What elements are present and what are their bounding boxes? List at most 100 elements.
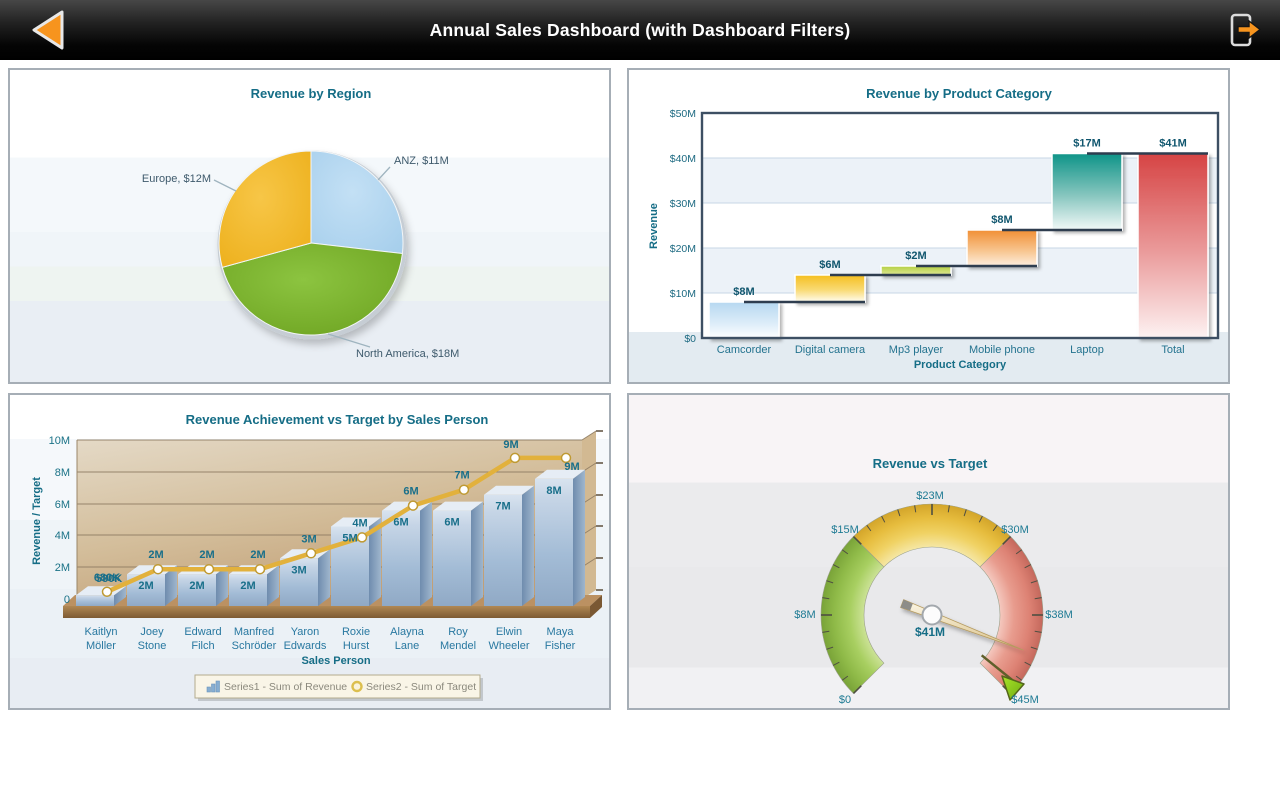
bar-value-label: $41M [1159,138,1187,150]
x-category: Digital camera [795,344,866,356]
y-tick: $40M [670,153,696,165]
top-bar: Annual Sales Dashboard (with Dashboard F… [0,0,1280,60]
line-value-label: 2M [148,549,163,561]
bar-value-label: 6M [393,517,408,529]
legend: Series1 - Sum of Revenue Series2 - Sum o… [195,675,483,701]
target-line-point [307,549,316,558]
waterfall-bar-mp3-player[interactable] [881,266,951,275]
waterfall-bar-laptop[interactable] [1052,154,1122,231]
column-maya-fisher[interactable] [535,479,573,606]
bar-value-label: $6M [819,259,840,271]
gauge-tick-label: $38M [1045,609,1073,621]
x-category: Edwards [284,640,327,652]
pie-label-europe: Europe, $12M [142,173,211,185]
panel-revenue-vs-target-by-sales-person: Revenue Achievement vs Target by Sales P… [8,393,611,710]
line-series-icon [353,682,362,691]
pie-slice-anz[interactable] [311,151,403,254]
target-line-point [103,587,112,596]
column-elwin-wheeler-side[interactable] [522,486,534,606]
bar-value-label: $2M [905,250,926,262]
bar-value-label: $17M [1073,138,1101,150]
line-value-label: 2M [199,549,214,561]
bar-value-label: 3M [291,564,306,576]
bar-value-label: $8M [991,214,1012,226]
pie-label-anz: ANZ, $11M [394,155,449,167]
waterfall-bar-camcorder[interactable] [709,302,779,338]
gauge-tick-label: $8M [794,609,815,621]
panel-revenue-by-region: Revenue by Region ANZ, $11M Europe, $12M… [8,68,611,384]
x-category: Mendel [440,640,476,652]
gauge-tick-label: $0 [839,694,851,706]
leader-line-europe [214,180,236,191]
export-arrow-icon [1238,21,1260,38]
bar-value-label: 8M [546,485,561,497]
column-alayna-lane-side[interactable] [420,502,432,606]
gauge-tick-label: $45M [1011,694,1039,706]
panel-revenue-vs-target-gauge: Revenue vs Target $0 $8M $15M $23M $30M … [627,393,1230,710]
y-tick: $50M [670,108,696,120]
waterfall-chart[interactable]: Revenue by Product Category $8M$6M$2M$8M… [629,70,1228,382]
line-value-label: 9M [564,461,579,473]
needle-hub [923,606,942,625]
column-yaron-edwards-side[interactable] [318,549,330,606]
y-tick: 4M [55,530,70,542]
x-category: Möller [86,640,116,652]
x-category: Camcorder [717,344,772,356]
target-line-point [205,565,214,574]
panel-revenue-by-product-category: Revenue by Product Category $8M$6M$2M$8M… [627,68,1230,384]
target-line-point [409,501,418,510]
x-axis-title: Sales Person [301,655,370,667]
x-category: Total [1161,344,1184,356]
pie-chart[interactable]: Revenue by Region ANZ, $11M Europe, $12M… [10,70,609,382]
x-category: Joey [140,626,164,638]
bar-line-chart[interactable]: Revenue Achievement vs Target by Sales P… [10,395,609,708]
legend-item-target[interactable]: Series2 - Sum of Target [366,681,476,693]
line-value-label: 4M [352,517,367,529]
waterfall-bar-total[interactable] [1138,154,1208,339]
target-line-point [511,453,520,462]
x-category: Elwin [496,626,522,638]
chart-title: Revenue vs Target [873,456,988,471]
y-tick: $20M [670,243,696,255]
bar-value-label: 5M [342,533,357,545]
x-category: Roxie [342,626,370,638]
side-ticks [596,431,603,590]
line-value-label: 9M [503,439,518,451]
bar-value-label: 6M [444,517,459,529]
target-line-point [154,565,163,574]
y-tick: $10M [670,288,696,300]
floor-front [63,606,590,618]
column-roy-mendel-side[interactable] [471,502,483,606]
gauge-chart[interactable]: Revenue vs Target $0 $8M $15M $23M $30M … [629,395,1228,708]
line-value-label: 7M [454,470,469,482]
export-button[interactable] [1222,10,1268,50]
chart-title: Revenue Achievement vs Target by Sales P… [186,412,489,427]
waterfall-bar-mobile-phone[interactable] [967,230,1037,266]
bar-value-label: 7M [495,501,510,513]
x-category: Schröder [232,640,277,652]
column-maya-fisher-side[interactable] [573,470,585,606]
x-category: Filch [191,640,214,652]
bar-value-label: 2M [189,580,204,592]
x-category: Maya [547,626,575,638]
chart-title: Revenue by Product Category [866,86,1052,101]
legend-item-revenue[interactable]: Series1 - Sum of Revenue [224,681,347,693]
x-category: Yaron [291,626,320,638]
gauge-tick-label: $15M [831,524,859,536]
x-category: Stone [138,640,167,652]
x-category: Mp3 player [889,344,944,356]
y-tick: 8M [55,467,70,479]
gauge-tick-label: $23M [916,490,944,502]
x-axis-title: Product Category [914,359,1007,371]
line-value-label: 580K [96,573,122,585]
x-category: Edward [184,626,221,638]
y-tick: $0 [684,333,696,345]
target-line-point [256,565,265,574]
y-tick: 6M [55,499,70,511]
bar-value-label: 2M [138,580,153,592]
bar-value-label: 2M [240,580,255,592]
waterfall-bar-digital-camera[interactable] [795,275,865,302]
x-category: Alayna [390,626,425,638]
y-tick: 10M [49,435,70,447]
gauge-value-label: $41M [915,625,945,639]
